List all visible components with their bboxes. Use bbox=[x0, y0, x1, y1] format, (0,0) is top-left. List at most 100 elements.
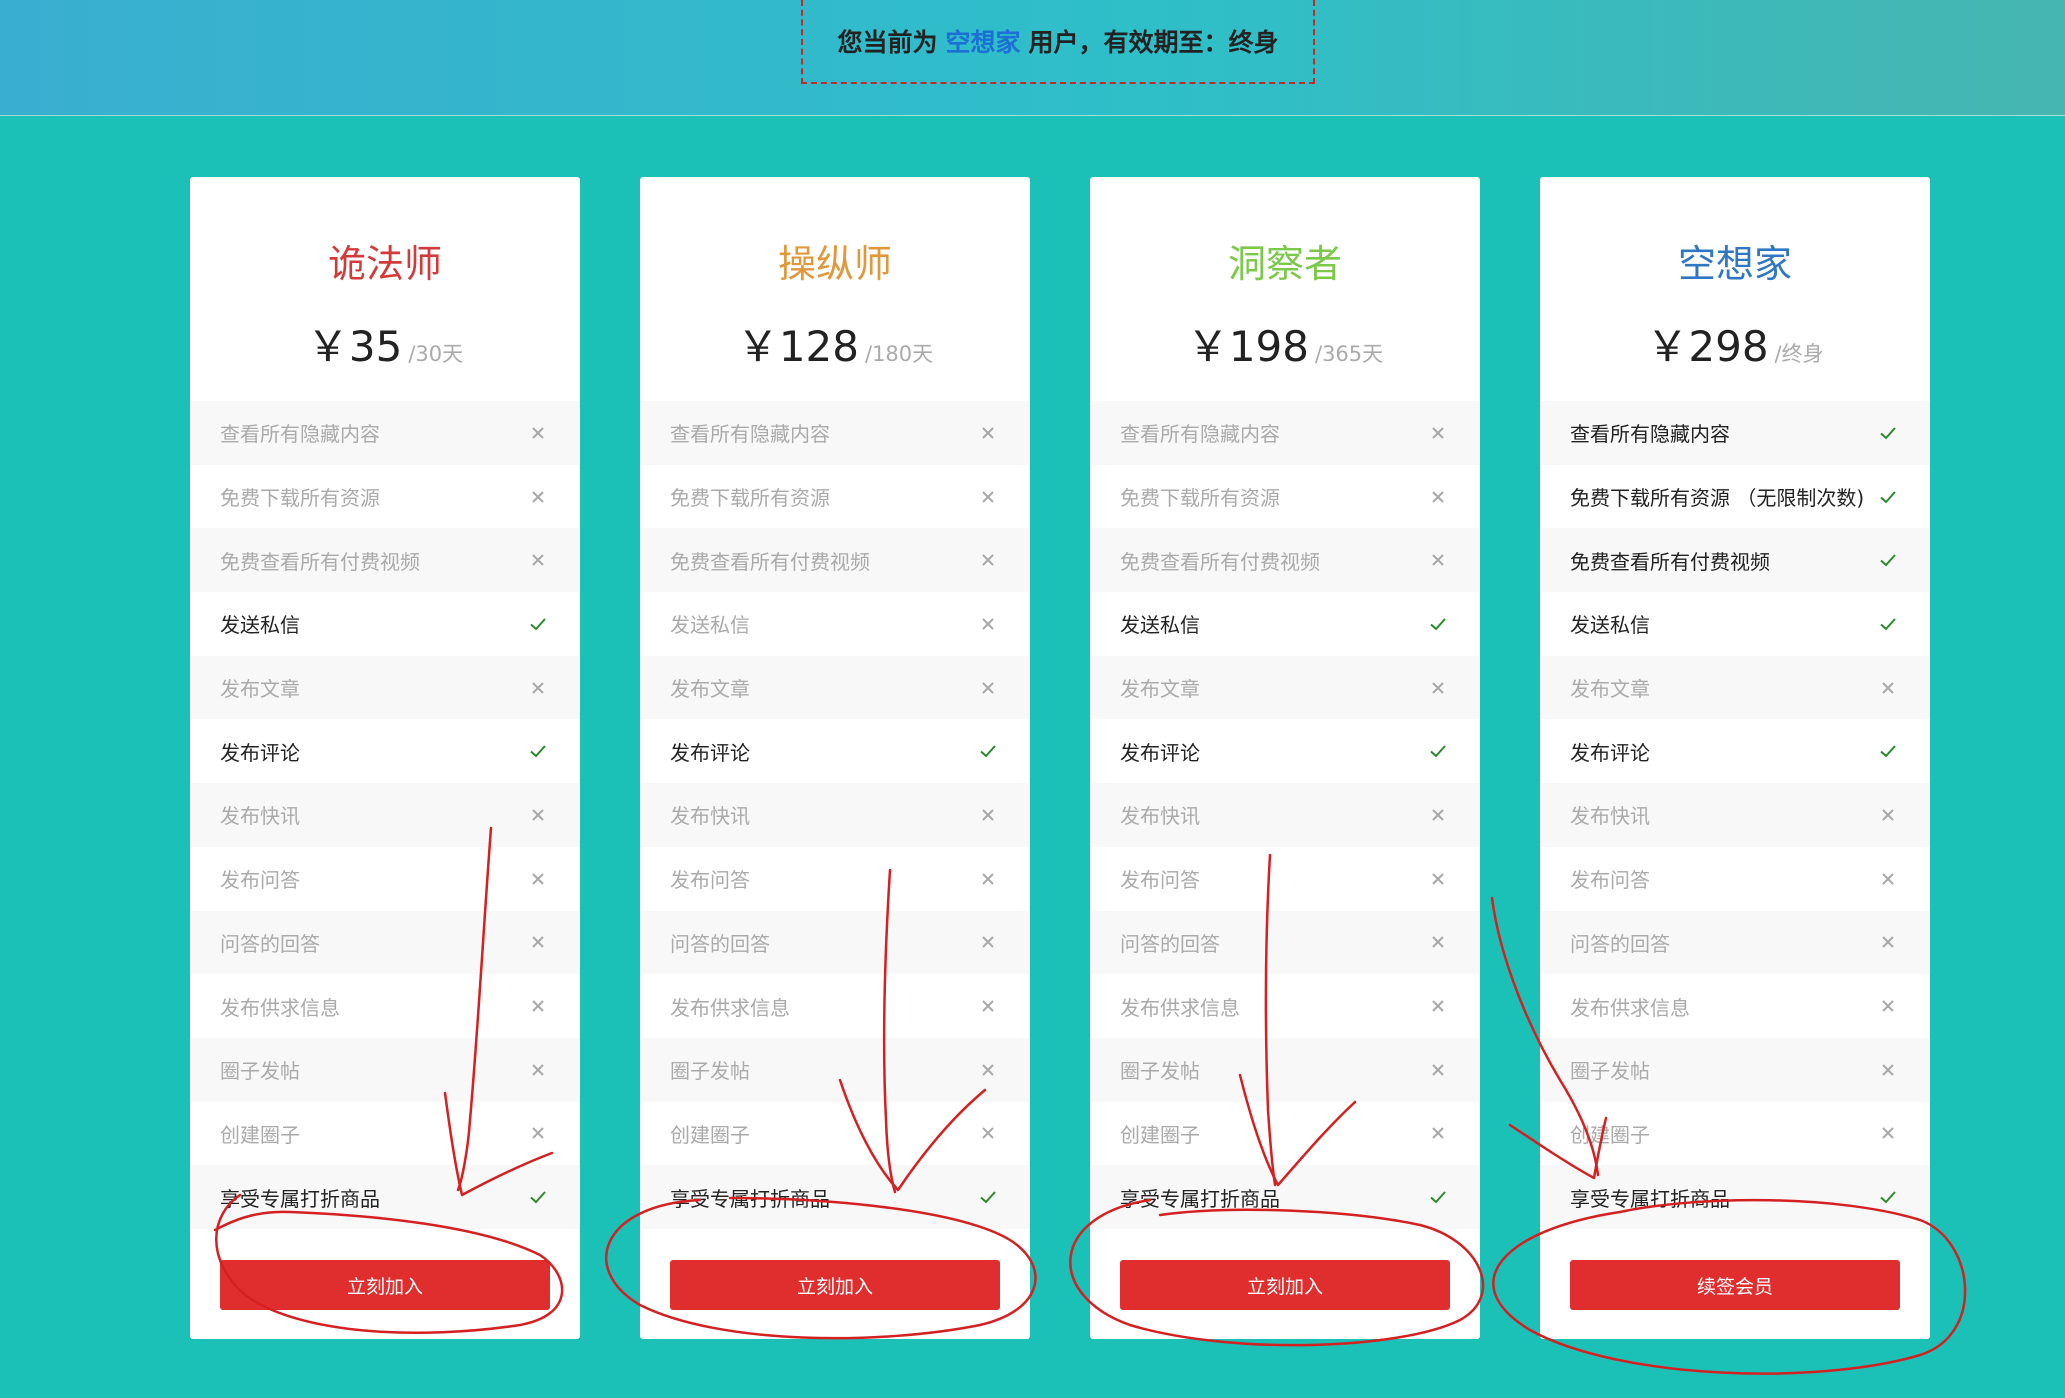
plan-price: ￥128/180天 bbox=[640, 317, 1030, 386]
cross-icon bbox=[1428, 996, 1448, 1016]
membership-status: 您当前为 空想家 用户，有效期至：终身 bbox=[801, 0, 1315, 84]
cross-icon bbox=[1878, 932, 1898, 952]
feature-label: 免费查看所有付费视频 bbox=[1570, 549, 1770, 574]
cross-icon bbox=[1428, 487, 1448, 507]
feature-row: 圈子发帖 bbox=[640, 1037, 1030, 1102]
cross-icon bbox=[1428, 869, 1448, 889]
feature-row: 问答的回答 bbox=[190, 910, 580, 975]
cross-icon bbox=[528, 932, 548, 952]
cross-icon bbox=[978, 1060, 998, 1080]
feature-label: 免费查看所有付费视频 bbox=[220, 549, 420, 574]
cross-icon bbox=[1878, 1060, 1898, 1080]
feature-row: 发布问答 bbox=[190, 847, 580, 911]
feature-label: 发布供求信息 bbox=[1570, 995, 1690, 1020]
feature-label: 发送私信 bbox=[1120, 613, 1200, 638]
feature-row: 发布评论 bbox=[1540, 719, 1930, 783]
feature-label: 发送私信 bbox=[220, 613, 300, 638]
feature-label: 免费下载所有资源 （无限制次数) bbox=[1570, 486, 1865, 511]
cross-icon bbox=[1428, 805, 1448, 825]
plan-price: ￥198/365天 bbox=[1090, 317, 1480, 386]
feature-label: 发布供求信息 bbox=[670, 995, 790, 1020]
check-icon bbox=[1428, 1187, 1448, 1207]
cross-icon bbox=[528, 1060, 548, 1080]
check-icon bbox=[1878, 1187, 1898, 1207]
feature-row: 发布问答 bbox=[640, 847, 1030, 911]
check-icon bbox=[1878, 423, 1898, 443]
feature-row: 创建圈子 bbox=[1090, 1102, 1480, 1166]
feature-row: 发布评论 bbox=[190, 719, 580, 783]
join-button[interactable]: 立刻加入 bbox=[1120, 1260, 1450, 1310]
feature-label: 发布快讯 bbox=[1570, 804, 1650, 829]
feature-row: 圈子发帖 bbox=[1540, 1037, 1930, 1102]
cross-icon bbox=[1878, 869, 1898, 889]
feature-row: 发布供求信息 bbox=[1540, 974, 1930, 1038]
check-icon bbox=[1878, 550, 1898, 570]
plan-title: 诡法师 bbox=[327, 242, 442, 286]
cross-icon bbox=[528, 869, 548, 889]
check-icon bbox=[1878, 487, 1898, 507]
feature-row: 发布快讯 bbox=[1540, 783, 1930, 847]
cross-icon bbox=[1428, 1060, 1448, 1080]
status-suffix: 用户，有效期至：终身 bbox=[1028, 28, 1279, 57]
feature-row: 发布快讯 bbox=[640, 783, 1030, 847]
feature-row: 创建圈子 bbox=[1540, 1102, 1930, 1166]
feature-label: 享受专属打折商品 bbox=[1120, 1186, 1280, 1211]
feature-label: 问答的回答 bbox=[220, 931, 320, 956]
feature-label: 查看所有隐藏内容 bbox=[670, 422, 830, 447]
cross-icon bbox=[528, 1123, 548, 1143]
feature-label: 免费查看所有付费视频 bbox=[1120, 549, 1320, 574]
feature-label: 发布问答 bbox=[1570, 868, 1650, 893]
feature-label: 享受专属打折商品 bbox=[670, 1186, 830, 1211]
feature-label: 问答的回答 bbox=[670, 931, 770, 956]
feature-row: 发布评论 bbox=[640, 719, 1030, 783]
feature-label: 发布快讯 bbox=[670, 804, 750, 829]
feature-list: 查看所有隐藏内容 免费下载所有资源 免费查看所有付费视频 发送私信 发布文章 发布评论 发布… bbox=[1090, 401, 1480, 1229]
check-icon bbox=[978, 1187, 998, 1207]
feature-row: 享受专属打折商品 bbox=[1090, 1165, 1480, 1229]
feature-label: 发布文章 bbox=[220, 677, 300, 702]
check-icon bbox=[1428, 741, 1448, 761]
feature-row: 查看所有隐藏内容 bbox=[640, 401, 1030, 465]
feature-row: 发布问答 bbox=[1540, 847, 1930, 911]
cross-icon bbox=[1428, 1123, 1448, 1143]
feature-row: 发布供求信息 bbox=[1090, 974, 1480, 1038]
feature-row: 免费查看所有付费视频 bbox=[1090, 528, 1480, 593]
feature-row: 发送私信 bbox=[1540, 592, 1930, 656]
feature-row: 发送私信 bbox=[190, 592, 580, 656]
feature-row: 发布供求信息 bbox=[640, 974, 1030, 1038]
renew-button[interactable]: 续签会员 bbox=[1570, 1260, 1900, 1310]
cross-icon bbox=[978, 550, 998, 570]
plan-title: 洞察者 bbox=[1227, 242, 1342, 286]
check-icon bbox=[978, 741, 998, 761]
feature-row: 免费下载所有资源 bbox=[640, 465, 1030, 529]
check-icon bbox=[1878, 614, 1898, 634]
feature-label: 创建圈子 bbox=[1570, 1122, 1650, 1147]
feature-label: 发布供求信息 bbox=[220, 995, 340, 1020]
header-band: 您当前为 空想家 用户，有效期至：终身 bbox=[0, 0, 2065, 116]
feature-label: 查看所有隐藏内容 bbox=[1120, 422, 1280, 447]
join-button[interactable]: 立刻加入 bbox=[670, 1260, 1000, 1310]
feature-row: 免费查看所有付费视频 bbox=[190, 528, 580, 593]
feature-row: 发布文章 bbox=[1090, 655, 1480, 720]
feature-row: 享受专属打折商品 bbox=[1540, 1165, 1930, 1229]
feature-row: 享受专属打折商品 bbox=[190, 1165, 580, 1229]
feature-label: 发布问答 bbox=[220, 868, 300, 893]
cross-icon bbox=[528, 805, 548, 825]
feature-row: 发送私信 bbox=[1090, 592, 1480, 656]
cross-icon bbox=[978, 1123, 998, 1143]
feature-row: 免费查看所有付费视频 bbox=[640, 528, 1030, 593]
price-amount: ￥198 bbox=[1186, 322, 1309, 371]
cross-icon bbox=[1428, 678, 1448, 698]
feature-label: 圈子发帖 bbox=[1120, 1059, 1200, 1084]
feature-row: 查看所有隐藏内容 bbox=[1540, 401, 1930, 465]
feature-label: 圈子发帖 bbox=[220, 1059, 300, 1084]
feature-label: 发布快讯 bbox=[220, 804, 300, 829]
feature-row: 问答的回答 bbox=[1090, 910, 1480, 975]
cross-icon bbox=[978, 487, 998, 507]
cross-icon bbox=[978, 423, 998, 443]
feature-label: 创建圈子 bbox=[220, 1122, 300, 1147]
check-icon bbox=[528, 1187, 548, 1207]
feature-label: 发送私信 bbox=[1570, 613, 1650, 638]
join-button[interactable]: 立刻加入 bbox=[220, 1260, 550, 1310]
plan-price: ￥298/终身 bbox=[1540, 317, 1930, 386]
